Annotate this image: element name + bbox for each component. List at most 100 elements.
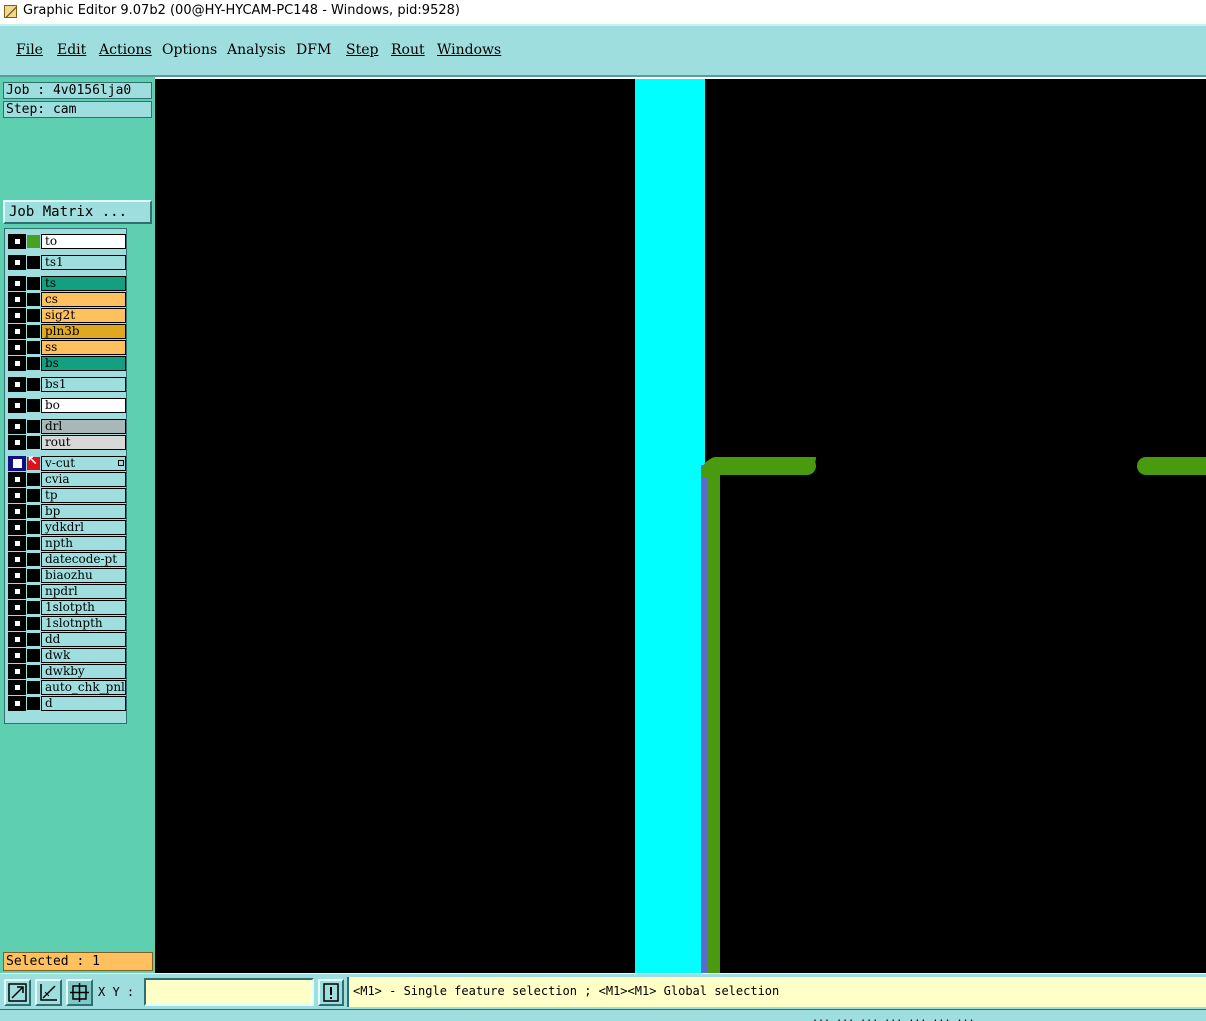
layer-checkbox[interactable] — [13, 438, 22, 447]
job-matrix-button[interactable]: Job Matrix ... — [3, 200, 152, 224]
layer-color-swatch[interactable] — [27, 309, 40, 322]
layer-row-dwk[interactable]: dwk — [8, 648, 126, 663]
layer-row-drl[interactable]: drl — [8, 419, 126, 434]
layer-checkbox[interactable] — [13, 523, 22, 532]
layer-color-swatch[interactable] — [27, 325, 40, 338]
layer-checkbox[interactable] — [13, 279, 22, 288]
layer-row-to[interactable]: to — [8, 234, 126, 249]
layer-checkbox[interactable] — [13, 401, 22, 410]
layer-row-cvia[interactable]: cvia — [8, 472, 126, 487]
menu-actions[interactable]: Actions — [99, 42, 152, 58]
layer-name[interactable]: ts — [41, 276, 126, 291]
layer-name[interactable]: bs1 — [41, 377, 126, 392]
layer-name[interactable]: bo — [41, 398, 126, 413]
menu-rout[interactable]: Rout — [391, 42, 425, 58]
layer-row-ts[interactable]: ts — [8, 276, 126, 291]
layer-checkbox[interactable] — [13, 603, 22, 612]
layer-checkbox[interactable] — [13, 667, 22, 676]
layer-name[interactable]: biaozhu — [41, 568, 126, 583]
layer-color-swatch[interactable] — [27, 537, 40, 550]
layer-name[interactable]: dwkby — [41, 664, 126, 679]
layer-checkbox[interactable] — [13, 343, 22, 352]
layer-name[interactable]: 1slotpth — [41, 600, 126, 615]
layer-color-swatch[interactable] — [27, 569, 40, 582]
layer-name[interactable]: bp — [41, 504, 126, 519]
layer-name[interactable]: sig2t — [41, 308, 126, 323]
layer-row-tp[interactable]: tp — [8, 488, 126, 503]
layer-name[interactable]: 1slotnpth — [41, 616, 126, 631]
layer-color-swatch[interactable] — [27, 293, 40, 306]
layer-color-swatch[interactable] — [27, 617, 40, 630]
layer-checkbox[interactable] — [13, 258, 22, 267]
layer-color-swatch[interactable] — [27, 681, 40, 694]
layer-name[interactable]: v-cut — [41, 456, 126, 471]
layer-row-cs[interactable]: cs — [8, 292, 126, 307]
work-layer-arrow-icon[interactable] — [27, 454, 40, 470]
layer-checkbox[interactable] — [13, 311, 22, 320]
layer-name[interactable]: ts1 — [41, 255, 126, 270]
layer-name[interactable]: d — [41, 696, 126, 711]
layer-color-swatch[interactable] — [27, 649, 40, 662]
layer-color-swatch[interactable] — [27, 473, 40, 486]
layer-name[interactable]: dwk — [41, 648, 126, 663]
layer-color-swatch[interactable] — [27, 633, 40, 646]
zoom-box-button[interactable] — [4, 979, 31, 1006]
layer-row-npdrl[interactable]: npdrl — [8, 584, 126, 599]
layer-row-bp[interactable]: bp — [8, 504, 126, 519]
xy-coordinate-input[interactable] — [144, 978, 314, 1006]
layer-checkbox[interactable] — [13, 619, 22, 628]
menu-windows[interactable]: Windows — [437, 42, 501, 58]
layer-row-bs[interactable]: bs — [8, 356, 126, 371]
layer-row-dwkby[interactable]: dwkby — [8, 664, 126, 679]
layer-name[interactable]: dd — [41, 632, 126, 647]
layer-name[interactable]: pln3b — [41, 324, 126, 339]
layer-color-swatch[interactable] — [27, 378, 40, 391]
layer-color-swatch[interactable] — [27, 665, 40, 678]
layer-checkbox[interactable] — [13, 491, 22, 500]
layer-name[interactable]: npdrl — [41, 584, 126, 599]
layer-row-v-cut[interactable]: v-cut — [8, 454, 126, 471]
layer-checkbox[interactable] — [13, 587, 22, 596]
layer-row-datecode-pt[interactable]: datecode-pt — [8, 552, 126, 567]
layer-list-scrollbar[interactable] — [128, 228, 153, 724]
layer-row-ss[interactable]: ss — [8, 340, 126, 355]
layer-checkbox[interactable] — [13, 475, 22, 484]
layer-checkbox[interactable] — [13, 295, 22, 304]
layer-checkbox[interactable] — [13, 507, 22, 516]
layer-row-ydkdrl[interactable]: ydkdrl — [8, 520, 126, 535]
layer-options-icon[interactable] — [118, 460, 124, 466]
layer-color-swatch[interactable] — [27, 585, 40, 598]
layer-name[interactable]: cs — [41, 292, 126, 307]
layer-row-sig2t[interactable]: sig2t — [8, 308, 126, 323]
layer-row-1slotnpth[interactable]: 1slotnpth — [8, 616, 126, 631]
snap-grid-button[interactable] — [66, 979, 93, 1006]
layer-color-swatch[interactable] — [27, 521, 40, 534]
layer-checkbox[interactable] — [13, 539, 22, 548]
layer-row-dd[interactable]: dd — [8, 632, 126, 647]
layer-name[interactable]: npth — [41, 536, 126, 551]
graphic-editor-app-icon[interactable] — [4, 5, 17, 18]
layer-row-ts1[interactable]: ts1 — [8, 255, 126, 270]
layer-row-bs1[interactable]: bs1 — [8, 377, 126, 392]
layer-list[interactable]: to ts1 tscssig2tpln3bssbs bs1 bo drlrout v-cut… — [4, 228, 127, 724]
layer-checkbox[interactable] — [13, 555, 22, 564]
layer-color-swatch[interactable] — [27, 235, 40, 248]
layer-name[interactable]: cvia — [41, 472, 126, 487]
layer-color-swatch[interactable] — [27, 505, 40, 518]
layer-color-swatch[interactable] — [27, 256, 40, 269]
menu-analysis[interactable]: Analysis — [227, 42, 286, 58]
layer-color-swatch[interactable] — [27, 553, 40, 566]
layer-color-swatch[interactable] — [27, 399, 40, 412]
layer-row-npth[interactable]: npth — [8, 536, 126, 551]
menu-dfm[interactable]: DFM — [296, 42, 331, 58]
layer-checkbox[interactable] — [13, 651, 22, 660]
layer-name[interactable]: rout — [41, 435, 126, 450]
layer-checkbox[interactable] — [13, 635, 22, 644]
layer-checkbox[interactable] — [13, 571, 22, 580]
layer-name[interactable]: to — [41, 234, 126, 249]
layer-row-d[interactable]: d — [8, 696, 126, 711]
layer-color-swatch[interactable] — [27, 277, 40, 290]
graphic-canvas[interactable] — [155, 79, 1206, 973]
layer-name[interactable]: ydkdrl — [41, 520, 126, 535]
layer-color-swatch[interactable] — [27, 489, 40, 502]
